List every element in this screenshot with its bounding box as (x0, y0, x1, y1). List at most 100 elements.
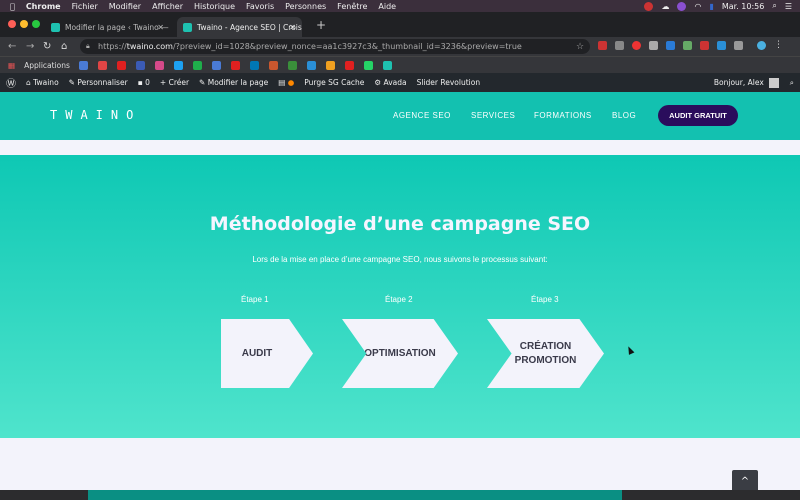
site-logo[interactable]: TWAINO (50, 108, 141, 122)
more-menu-icon[interactable]: ⋮ (774, 41, 783, 50)
status-circle-icon[interactable] (677, 1, 687, 11)
menu-favoris[interactable]: Favoris (246, 2, 274, 11)
menu-list-icon[interactable]: ☰ (785, 2, 792, 11)
minimize-window-button[interactable] (20, 20, 28, 28)
profile-avatar[interactable] (757, 41, 766, 50)
tab-edit-page[interactable]: Modifier la page ‹ Twaino — W ✕ (45, 17, 170, 37)
bookmark-icon[interactable] (154, 60, 164, 70)
bookmark-icon[interactable] (306, 60, 316, 70)
search-icon[interactable]: ⌕ (790, 78, 794, 88)
bookmark-icon[interactable] (249, 60, 259, 70)
wp-purge-cache-link[interactable]: Purge SG Cache (304, 78, 364, 87)
nav-services[interactable]: SERVICES (471, 111, 515, 120)
wifi-icon[interactable]: ◠ (694, 2, 701, 11)
menu-aide[interactable]: Aide (378, 2, 396, 11)
bookmark-icon[interactable] (211, 60, 221, 70)
bookmark-icon[interactable] (230, 60, 240, 70)
step-1-audit: AUDIT (221, 319, 313, 388)
label: Avada (383, 78, 407, 87)
status-app-icon[interactable] (644, 1, 654, 11)
bookmark-icon[interactable] (173, 60, 183, 70)
bookmark-icons (78, 60, 392, 70)
next-section (0, 438, 800, 490)
extension-icon[interactable] (717, 41, 726, 50)
scroll-to-top-button[interactable]: ^ (732, 470, 758, 492)
flag-icon[interactable]: ▮ (709, 2, 713, 11)
step-name: AUDIT (241, 347, 273, 359)
wp-edit-page-link[interactable]: ✎ Modifier la page (199, 78, 268, 87)
reload-icon[interactable]: ↻ (43, 41, 51, 52)
methodology-section: Méthodologie d’une campagne SEO Lors de … (0, 155, 800, 438)
close-tab-icon[interactable]: ✕ (157, 23, 164, 32)
extension-icon[interactable] (615, 41, 624, 50)
nav-blog[interactable]: BLOG (612, 111, 636, 120)
extension-icon[interactable] (700, 41, 709, 50)
bookmark-icon[interactable] (287, 60, 297, 70)
bookmark-star-icon[interactable]: ☆ (576, 42, 584, 52)
extension-icon[interactable] (666, 41, 675, 50)
bookmark-icon[interactable] (344, 60, 354, 70)
bookmark-icon[interactable] (97, 60, 107, 70)
extension-icon[interactable] (632, 41, 641, 50)
wp-avada-link[interactable]: ⚙ Avada (374, 78, 406, 87)
bookmark-icon[interactable] (363, 60, 373, 70)
tab-title: Modifier la page ‹ Twaino — W (65, 22, 170, 32)
apps-grid-icon[interactable]: ▦ (8, 61, 15, 70)
bookmark-icon[interactable] (268, 60, 278, 70)
wp-new-link[interactable]: + Créer (160, 78, 189, 87)
clock[interactable]: Mar. 10:56 (722, 2, 765, 11)
bookmark-icon[interactable] (192, 60, 202, 70)
maximize-window-button[interactable] (32, 20, 40, 28)
bookmark-icon[interactable] (78, 60, 88, 70)
wp-customize-link[interactable]: ✎ Personnaliser (69, 78, 128, 87)
wp-greeting[interactable]: Bonjour, Alex (714, 78, 764, 87)
step-1-label: Étape 1 (241, 295, 269, 304)
new-tab-button[interactable]: + (316, 18, 326, 32)
home-icon[interactable]: ⌂ (61, 41, 67, 52)
menu-afficher[interactable]: Afficher (152, 2, 183, 11)
menu-modifier[interactable]: Modifier (109, 2, 141, 11)
extension-icon[interactable] (598, 41, 607, 50)
apple-icon[interactable]:  (10, 2, 15, 11)
bookmark-icon[interactable] (382, 60, 392, 70)
section-title: Méthodologie d’une campagne SEO (209, 213, 591, 235)
menu-fichier[interactable]: Fichier (72, 2, 98, 11)
wp-slider-revolution-link[interactable]: Slider Revolution (417, 78, 481, 87)
bookmark-icon[interactable] (135, 60, 145, 70)
nav-agence-seo[interactable]: AGENCE SEO (393, 111, 451, 120)
url-input[interactable]: 🔒︎ https://twaino.com/?preview_id=1028&p… (80, 39, 590, 54)
bookmark-icon[interactable] (325, 60, 335, 70)
bookmark-applications[interactable]: Applications (24, 61, 70, 70)
nav-formations[interactable]: FORMATIONS (534, 111, 592, 120)
label: Personnaliser (77, 78, 128, 87)
back-icon[interactable]: ← (8, 41, 16, 52)
extension-icon[interactable] (649, 41, 658, 50)
wp-plugin-icon[interactable]: ▤ ● (278, 78, 294, 87)
wp-comments-link[interactable]: ▪ 0 (138, 78, 150, 87)
dock-window-preview (88, 490, 622, 500)
wp-site-link[interactable]: ⌂ Twaino (26, 78, 59, 87)
wordpress-icon[interactable]: Ⓦ (6, 75, 16, 90)
section-subtitle: Lors de la mise en place d’une campagne … (252, 255, 548, 264)
search-icon[interactable]: ⌕ (772, 1, 776, 11)
extension-icon[interactable] (683, 41, 692, 50)
cloud-icon[interactable]: ☁ (661, 2, 669, 11)
forward-icon[interactable]: → (26, 41, 34, 52)
audit-gratuit-button[interactable]: AUDIT GRATUIT (658, 105, 738, 126)
menu-personnes[interactable]: Personnes (285, 2, 326, 11)
extension-icon[interactable] (734, 41, 743, 50)
step-3-label: Étape 3 (531, 295, 559, 304)
twaino-favicon (183, 22, 192, 32)
menu-historique[interactable]: Historique (194, 2, 235, 11)
site-header: TWAINO AGENCE SEO SERVICES FORMATIONS BL… (0, 92, 800, 140)
mac-menubar:  Chrome Fichier Modifier Afficher Histo… (0, 0, 800, 12)
close-tab-icon[interactable]: ✕ (289, 23, 296, 32)
label: Modifier la page (207, 78, 269, 87)
avatar[interactable] (768, 77, 779, 88)
menu-fenetre[interactable]: Fenêtre (337, 2, 367, 11)
close-window-button[interactable] (8, 20, 16, 28)
url-scheme: https:// (98, 42, 127, 51)
tab-twaino[interactable]: Twaino - Agence SEO | Croiss ✕ (177, 17, 302, 37)
bookmark-icon[interactable] (116, 60, 126, 70)
menu-app[interactable]: Chrome (26, 2, 61, 11)
